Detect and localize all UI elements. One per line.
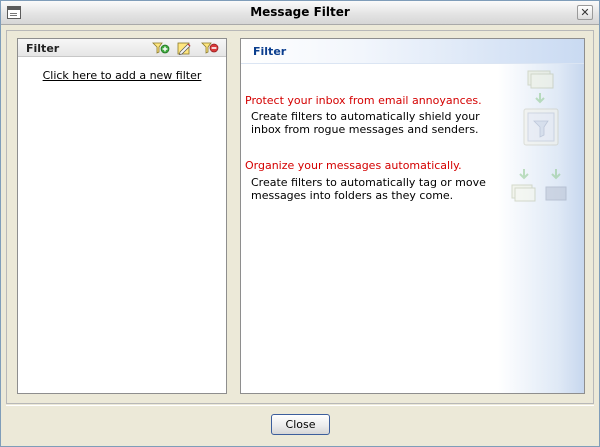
delete-filter-icon[interactable]	[201, 41, 219, 55]
info-panel-header: Filter	[241, 39, 584, 64]
filter-list-panel: Filter Click here to add a new filter	[17, 38, 227, 394]
add-new-filter-link[interactable]: Click here to add a new filter	[18, 69, 226, 82]
filter-illustration-icon	[511, 70, 567, 202]
message-filter-window: Message Filter ✕ Filter Click here to ad…	[0, 0, 600, 447]
protect-description: Create filters to automatically shield y…	[251, 110, 480, 136]
close-button[interactable]: Close	[271, 414, 330, 435]
protect-heading: Protect your inbox from email annoyances…	[245, 94, 482, 107]
organize-description: Create filters to automatically tag or m…	[251, 176, 486, 202]
window-title: Message Filter	[250, 5, 350, 19]
filter-list-title: Filter	[26, 42, 60, 55]
organize-heading: Organize your messages automatically.	[245, 159, 462, 172]
add-filter-icon[interactable]	[152, 41, 170, 55]
close-window-icon[interactable]: ✕	[577, 5, 593, 20]
info-panel-title: Filter	[253, 45, 287, 58]
footer-divider	[6, 405, 594, 406]
title-bar[interactable]: Message Filter ✕	[1, 1, 599, 25]
filter-info-panel: Filter Protect your inbox from email ann…	[240, 38, 585, 394]
edit-filter-icon[interactable]	[176, 41, 194, 55]
filter-list-header: Filter	[18, 39, 226, 57]
